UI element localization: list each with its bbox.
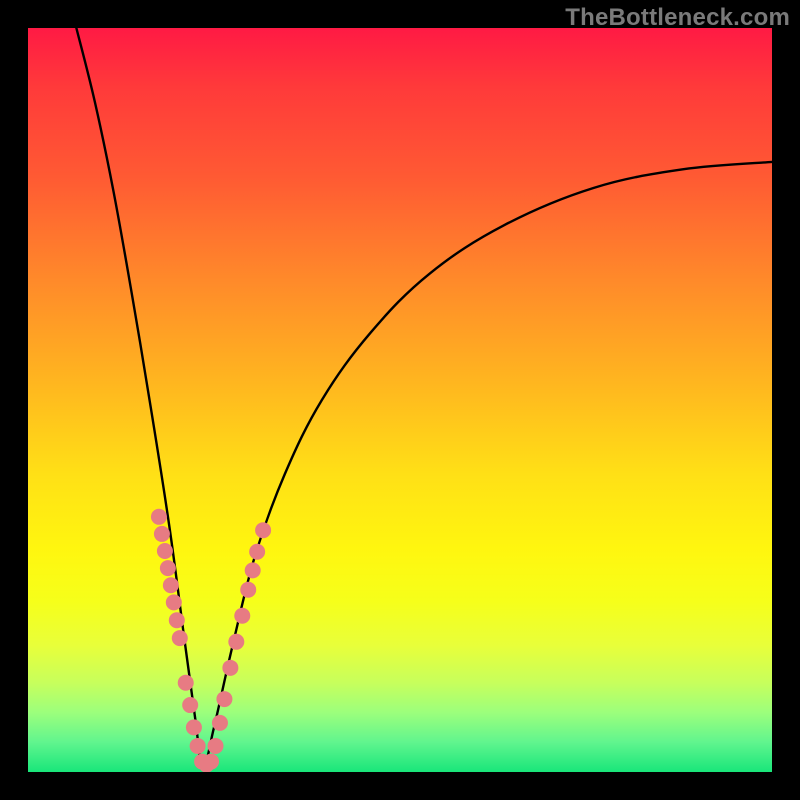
marker-dot (160, 560, 176, 576)
plot-area (28, 28, 772, 772)
marker-dot (172, 630, 188, 646)
marker-dot (234, 608, 250, 624)
marker-dot (255, 522, 271, 538)
marker-dot (151, 509, 167, 525)
chart-svg (28, 28, 772, 772)
marker-dot (249, 544, 265, 560)
marker-dot (166, 594, 182, 610)
marker-dot (228, 634, 244, 650)
marker-dot (190, 738, 206, 754)
marker-dot (186, 719, 202, 735)
marker-dot (178, 675, 194, 691)
marker-dot (216, 691, 232, 707)
marker-dot (245, 562, 261, 578)
watermark-text: TheBottleneck.com (565, 4, 790, 32)
marker-dot (212, 715, 228, 731)
marker-dot (154, 526, 170, 542)
marker-dot (203, 754, 219, 770)
marker-dot (169, 612, 185, 628)
bottleneck-curve (76, 28, 772, 768)
marker-dot (163, 577, 179, 593)
marker-dot (157, 543, 173, 559)
chart-frame: TheBottleneck.com (0, 0, 800, 800)
marker-group (151, 509, 271, 772)
marker-dot (240, 582, 256, 598)
marker-dot (182, 697, 198, 713)
marker-dot (222, 660, 238, 676)
marker-dot (207, 738, 223, 754)
